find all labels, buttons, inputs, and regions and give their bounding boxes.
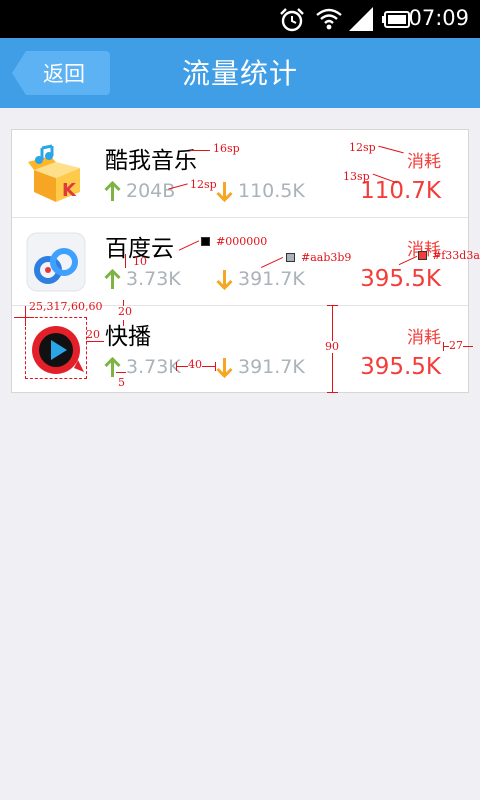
- arrow-up-icon: [104, 356, 121, 377]
- consume-label: 消耗: [407, 152, 441, 172]
- upload-value: 204B: [126, 180, 176, 202]
- download-value: 110.5K: [238, 180, 305, 202]
- annotation-gap-40: 40: [188, 358, 202, 371]
- battery-icon: [382, 11, 410, 28]
- arrow-up-icon: [104, 180, 121, 201]
- kuwo-music-icon: K: [28, 144, 80, 202]
- signal-icon: [349, 7, 373, 31]
- annotation-gap-10: 10: [133, 255, 147, 268]
- annotation-crosshair: [14, 317, 34, 318]
- annotation-gap-5: 5: [118, 376, 125, 389]
- download-stat: 391.7K: [216, 356, 305, 378]
- color-swatch-black: [201, 237, 210, 246]
- annotation-name-size: 16sp: [213, 142, 240, 155]
- annotation-color-gray: #aab3b9: [301, 251, 352, 264]
- annotation-value-size: 13sp: [343, 170, 370, 183]
- annotation-color-black: #000000: [216, 235, 268, 248]
- annotation-measure-line: [215, 362, 216, 371]
- annotation-measure-line: [125, 254, 126, 268]
- svg-text:K: K: [62, 180, 77, 201]
- upload-stat: 3.73K: [104, 356, 181, 378]
- annotation-row-height: 90: [325, 340, 339, 353]
- download-stat: 110.5K: [216, 180, 305, 202]
- annotation-measure-line: [123, 300, 124, 306]
- annotation-measure-line: [176, 362, 177, 371]
- consume-label: 消耗: [407, 328, 441, 348]
- annotation-measure-line: [86, 341, 104, 342]
- upload-stat: 204B: [104, 180, 175, 202]
- upload-stat: 3.73K: [104, 268, 181, 290]
- annotation-label-size: 12sp: [349, 141, 376, 154]
- annotation-gap-20-top: 20: [118, 305, 132, 318]
- color-swatch-red: [418, 251, 427, 260]
- color-swatch-gray: [286, 253, 295, 262]
- alarm-icon: [280, 8, 304, 32]
- page-title: 流量统计: [181, 57, 298, 90]
- wifi-icon: [316, 8, 342, 30]
- annotation-measure-line: [327, 392, 338, 393]
- app-name: 快播: [105, 324, 151, 350]
- annotation-measure-line: [443, 342, 444, 351]
- consume-value: 395.5K: [360, 354, 441, 380]
- status-time: 07:09: [408, 6, 469, 30]
- upload-value: 3.73K: [126, 356, 181, 378]
- annotation-icon-bounds: [25, 317, 87, 379]
- annotation-icon-rect: 25,317,60,60: [29, 300, 103, 313]
- annotation-crosshair: [25, 306, 26, 326]
- app-name: 酷我音乐: [105, 148, 197, 174]
- download-value: 391.7K: [238, 356, 305, 378]
- consume-value: 110.7K: [360, 178, 441, 204]
- list-item[interactable]: 百度云 3.73K 391.7K 消耗 395.5K: [12, 218, 468, 306]
- download-value: 391.7K: [238, 268, 305, 290]
- arrow-up-icon: [104, 268, 121, 289]
- upload-value: 3.73K: [126, 268, 181, 290]
- arrow-down-icon: [216, 269, 233, 290]
- annotation-stat-size: 12sp: [190, 178, 217, 191]
- annotation-measure-line: [116, 372, 126, 373]
- title-bar: 返回 流量统计: [0, 38, 480, 108]
- list-item[interactable]: K 酷我音乐 204B 110.5K 消耗 110.7K: [12, 130, 468, 218]
- annotation-right-margin: 27: [449, 339, 463, 352]
- baidu-cloud-icon: [26, 232, 86, 292]
- annotation-leader: [190, 150, 210, 151]
- annotation-gap-20-left: 20: [86, 328, 100, 341]
- consume-value: 395.5K: [360, 266, 441, 292]
- status-bar: 07:09: [0, 0, 480, 38]
- annotation-measure-line: [327, 305, 338, 306]
- annotation-color-red: #f33d3a: [432, 249, 480, 262]
- annotation-measure-line: [123, 320, 124, 326]
- arrow-down-icon: [216, 181, 233, 202]
- arrow-down-icon: [216, 357, 233, 378]
- download-stat: 391.7K: [216, 268, 305, 290]
